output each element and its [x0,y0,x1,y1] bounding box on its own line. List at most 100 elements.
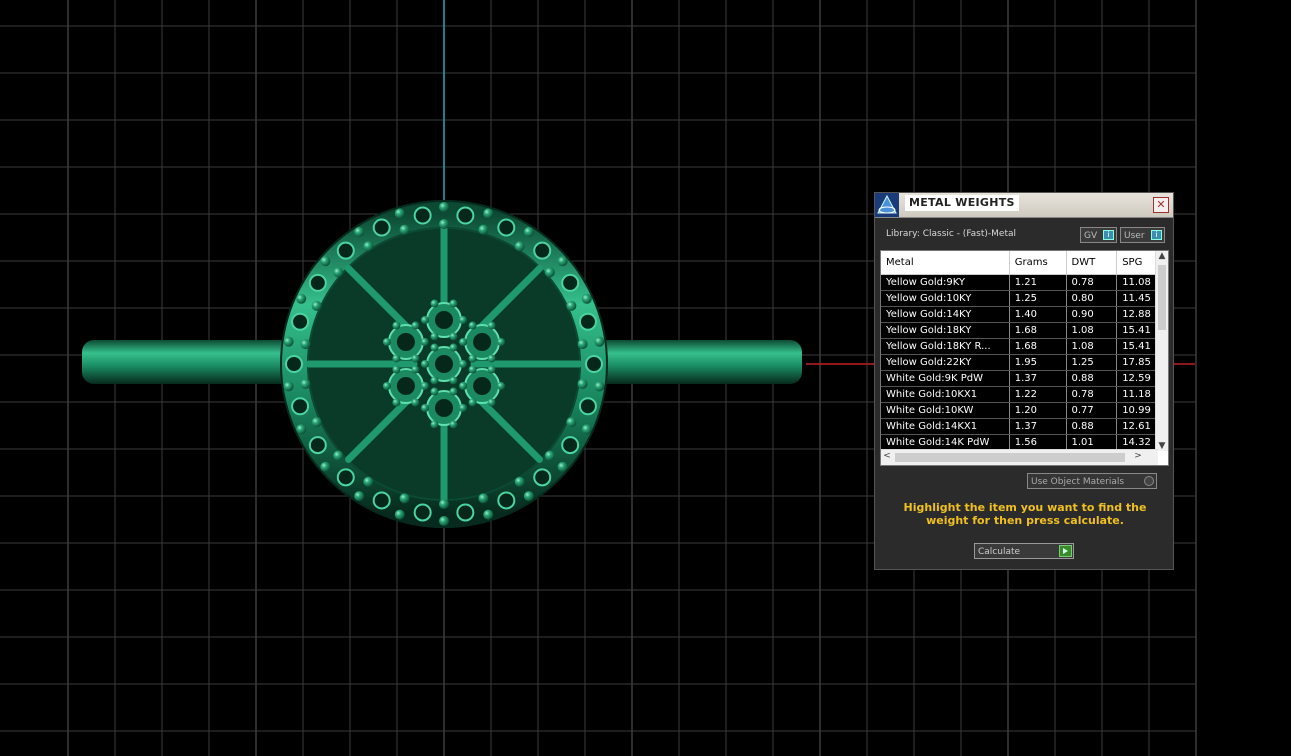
prong-bead [363,241,374,252]
table-row[interactable]: Yellow Gold:14KY 1.40 0.90 12.88 [881,306,1168,323]
prong-bead [478,224,489,235]
prong-bead [296,424,307,435]
panel-titlebar[interactable]: METAL WEIGHTS ✕ [875,193,1173,218]
metal-cell: Yellow Gold:9KY [881,274,1010,291]
dwt-cell: 1.08 [1066,322,1118,339]
table-row[interactable]: White Gold:10KX1 1.22 0.78 11.18 [881,386,1168,403]
scroll-left-icon[interactable]: < [881,451,893,461]
table-row[interactable]: Yellow Gold:18KY 1.68 1.08 15.41 [881,322,1168,339]
table-row[interactable]: Yellow Gold:22KY 1.95 1.25 17.85 [881,354,1168,371]
prong-bead [394,509,405,520]
ring-setting-hole [308,273,327,292]
scroll-right-icon[interactable]: > [1132,451,1144,461]
prong-bead [320,461,331,472]
dwt-cell: 0.77 [1066,402,1118,419]
table-row[interactable]: White Gold:9K PdW 1.37 0.88 12.59 [881,370,1168,387]
prong-bead [283,381,294,392]
prong-bead [300,378,311,389]
center-prong [497,382,506,390]
table-row[interactable]: Yellow Gold:9KY 1.21 0.78 11.08 [881,274,1168,291]
user-toggle[interactable]: User i [1120,227,1165,243]
center-prong [449,387,458,396]
center-prong [487,354,496,363]
metal-cell: Yellow Gold:14KY [881,306,1010,323]
center-prong [468,365,477,374]
info-icon: i [1103,230,1114,240]
center-prong [430,332,439,341]
center-prong [459,360,467,368]
prong-bead [354,491,365,502]
center-prong [392,365,401,374]
hint-text: Highlight the item you want to find the … [903,501,1147,527]
column-header-metal[interactable]: Metal [881,251,1010,275]
center-prong [449,376,458,385]
ring-setting-hole [456,206,475,225]
prong-bead [514,241,525,252]
prong-bead [300,339,311,350]
center-prong [392,398,401,407]
ring-setting-hole [456,503,475,522]
center-prong [420,382,429,390]
prong-bead [566,300,577,311]
center-prong [487,398,496,407]
dwt-cell: 0.78 [1066,274,1118,291]
column-header-grams[interactable]: Grams [1009,251,1067,275]
table-row[interactable]: Yellow Gold:18KY R... 1.68 1.08 15.41 [881,338,1168,355]
table-row[interactable]: Yellow Gold:10KY 1.25 0.80 11.45 [881,290,1168,307]
use-object-materials-option[interactable]: Use Object Materials [1027,473,1157,489]
calculate-button[interactable]: Calculate [974,543,1074,559]
prong-bead [311,417,322,428]
metal-cell: White Gold:10KX1 [881,386,1010,403]
metal-cell: White Gold:10KW [881,402,1010,419]
center-setting-hole [396,377,415,395]
prong-bead [523,491,534,502]
close-button[interactable]: ✕ [1153,197,1169,213]
center-setting-hole [435,311,453,329]
metal-cell: White Gold:14KX1 [881,418,1010,435]
metal-cell: Yellow Gold:18KY [881,322,1010,339]
ring-setting-hole [497,491,516,510]
horizontal-scrollbar[interactable]: < > [881,449,1158,465]
ring-setting-hole [336,468,355,487]
center-setting-hole [396,333,415,351]
app-logo-icon [875,193,899,217]
dwt-cell: 1.25 [1066,354,1118,371]
center-prong [421,360,429,368]
center-prong [468,354,477,363]
prong-bead [594,381,605,392]
info-icon: i [1151,230,1162,240]
grams-cell: 1.21 [1009,274,1067,291]
center-prong [449,420,458,429]
ring-setting-hole [497,218,516,237]
grams-cell: 1.68 [1009,322,1067,339]
ring-setting-hole [561,436,580,455]
center-prong [487,321,496,330]
metal-table-container: Metal Grams DWT SPG Yellow Gold:9KY 1.21 0… [880,250,1169,466]
ring-model[interactable] [82,200,802,528]
grams-cell: 1.40 [1009,306,1067,323]
vertical-scroll-thumb[interactable] [1158,265,1166,330]
center-prong [420,338,429,346]
prong-bead [478,493,489,504]
vertical-scrollbar[interactable]: ▲ ▼ [1155,251,1168,451]
ring-setting-hole [533,241,552,260]
ring-setting-hole [336,241,355,260]
prong-bead [439,499,449,509]
radio-icon[interactable] [1144,476,1154,486]
center-prong [421,404,429,412]
center-prong [459,404,467,412]
horizontal-scroll-thumb[interactable] [895,453,1125,462]
metal-cell: Yellow Gold:10KY [881,290,1010,307]
metal-cell: Yellow Gold:18KY R... [881,338,1010,355]
table-row[interactable]: White Gold:10KW 1.20 0.77 10.99 [881,402,1168,419]
gv-toggle[interactable]: GV i [1080,227,1117,243]
prong-bead [320,256,331,267]
grams-cell: 1.25 [1009,290,1067,307]
prong-bead [557,461,568,472]
prong-bead [483,509,494,520]
scroll-up-icon[interactable]: ▲ [1156,251,1168,261]
table-row[interactable]: White Gold:14KX1 1.37 0.88 12.61 [881,418,1168,435]
ring-setting-hole [291,312,310,331]
column-header-dwt[interactable]: DWT [1066,251,1118,275]
prong-bead [557,256,568,267]
